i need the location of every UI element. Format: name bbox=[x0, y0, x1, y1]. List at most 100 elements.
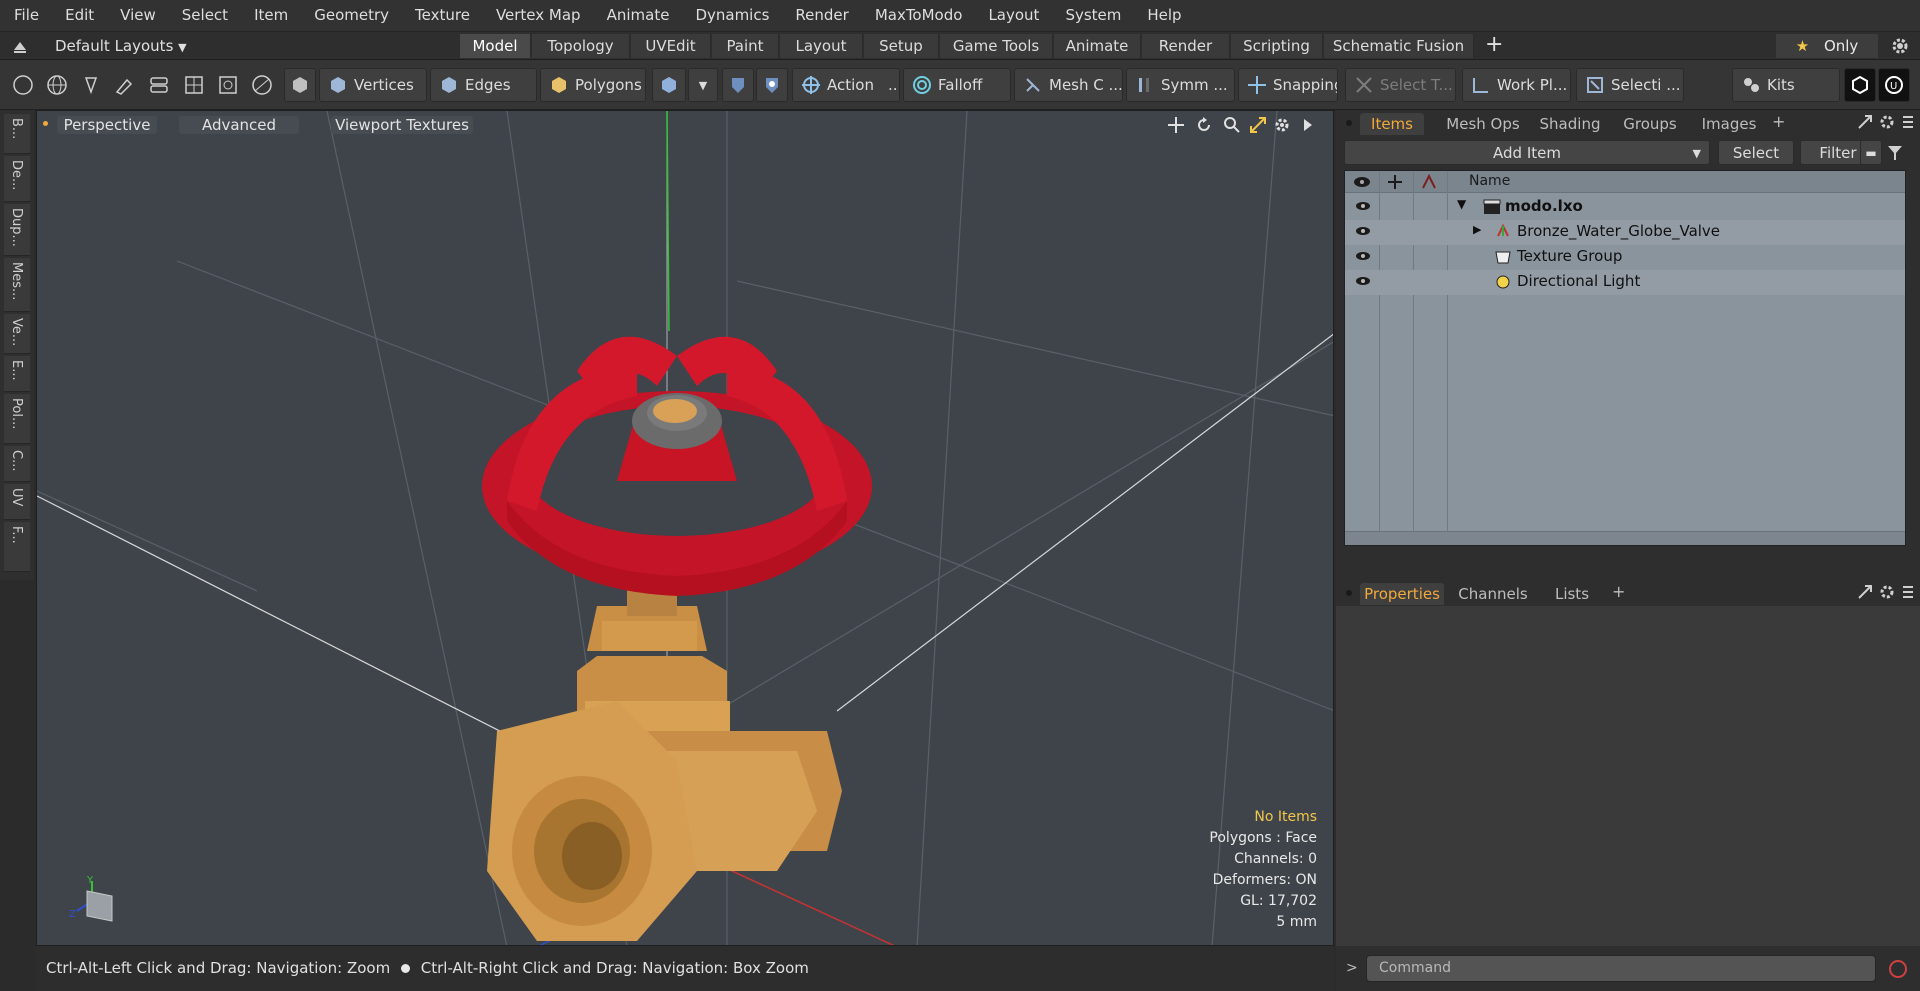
3d-viewport[interactable]: Y Z Perspective Advanced Viewport Textur… bbox=[36, 110, 1334, 946]
edges-button[interactable]: Edges bbox=[430, 68, 537, 102]
grid-select-icon[interactable] bbox=[183, 74, 205, 100]
expand-panel-icon[interactable] bbox=[1857, 584, 1873, 604]
items-mode-button[interactable] bbox=[284, 68, 316, 102]
collapse-up-icon[interactable] bbox=[12, 38, 28, 54]
loop-icon[interactable] bbox=[148, 74, 170, 100]
left-tab-basic[interactable]: B... bbox=[4, 114, 30, 154]
command-input[interactable]: Command bbox=[1366, 955, 1876, 982]
only-toggle[interactable]: ★ Only bbox=[1776, 34, 1878, 58]
transform-tool-button[interactable] bbox=[756, 68, 788, 102]
advanced-button[interactable]: Advanced bbox=[179, 116, 299, 134]
selection-sets-button[interactable]: Selecti ... bbox=[1576, 68, 1684, 102]
unity-button[interactable] bbox=[1844, 68, 1876, 102]
menu-system[interactable]: System bbox=[1051, 0, 1133, 31]
tab-shading[interactable]: Shading bbox=[1534, 113, 1606, 135]
filter-funnel-icon[interactable] bbox=[1886, 144, 1904, 166]
menu-edit[interactable]: Edit bbox=[51, 0, 106, 31]
frame-select-icon[interactable] bbox=[217, 74, 239, 100]
paint-select-icon[interactable] bbox=[113, 74, 135, 100]
add-tab-button[interactable]: + bbox=[1485, 32, 1503, 58]
tab-items[interactable]: Items bbox=[1360, 113, 1424, 135]
menu-item[interactable]: Item bbox=[240, 0, 300, 31]
collapse-all-button[interactable]: ▬ bbox=[1860, 140, 1882, 165]
rotate-view-icon[interactable] bbox=[1195, 116, 1213, 138]
select-through-button[interactable]: Select T... bbox=[1345, 68, 1456, 102]
add-panel-tab-button[interactable]: + bbox=[1612, 582, 1625, 601]
tab-channels[interactable]: Channels bbox=[1454, 583, 1532, 605]
expand-panel-icon[interactable] bbox=[1857, 114, 1873, 134]
default-layouts-dropdown[interactable]: Default Layouts ▼ bbox=[55, 35, 187, 57]
action-center-button[interactable]: Action ... bbox=[792, 68, 900, 102]
menu-help[interactable]: Help bbox=[1133, 0, 1193, 31]
tree-row-scene[interactable]: ▼ modo.lxo bbox=[1345, 195, 1905, 220]
lasso-icon[interactable] bbox=[80, 74, 102, 100]
name-column-header[interactable]: Name bbox=[1469, 173, 1510, 189]
panel-menu-icon[interactable] bbox=[1901, 114, 1915, 134]
tab-mesh-ops[interactable]: Mesh Ops bbox=[1440, 113, 1526, 135]
mesh-constraint-button[interactable]: Mesh C ... bbox=[1014, 68, 1123, 102]
tab-groups[interactable]: Groups bbox=[1616, 113, 1684, 135]
tab-properties[interactable]: Properties bbox=[1360, 583, 1444, 605]
tree-row-light[interactable]: Directional Light bbox=[1345, 270, 1905, 295]
menu-layout[interactable]: Layout bbox=[974, 0, 1051, 31]
tab-uvedit[interactable]: UVEdit bbox=[631, 34, 711, 58]
visibility-eye-icon[interactable] bbox=[1355, 251, 1371, 261]
tab-game-tools[interactable]: Game Tools bbox=[940, 34, 1053, 58]
tree-horizontal-scrollbar[interactable] bbox=[1345, 531, 1905, 545]
tab-images[interactable]: Images bbox=[1694, 113, 1764, 135]
play-arrow-icon[interactable] bbox=[1301, 117, 1315, 137]
tree-row-mesh[interactable]: ▶ Bronze_Water_Globe_Valve bbox=[1345, 220, 1905, 245]
menu-animate[interactable]: Animate bbox=[593, 0, 682, 31]
vertices-button[interactable]: Vertices bbox=[319, 68, 427, 102]
viewport-settings-icon[interactable] bbox=[1273, 116, 1291, 138]
menu-geometry[interactable]: Geometry bbox=[300, 0, 401, 31]
panel-gear-icon[interactable] bbox=[1879, 584, 1895, 604]
left-tab-polygon[interactable]: Pol... bbox=[4, 394, 30, 444]
add-item-button[interactable]: Add Item ▼ bbox=[1344, 140, 1710, 165]
menu-dynamics[interactable]: Dynamics bbox=[681, 0, 781, 31]
kits-button[interactable]: Kits bbox=[1732, 68, 1840, 102]
tab-schematic-fusion[interactable]: Schematic Fusion bbox=[1324, 34, 1474, 58]
tab-topology[interactable]: Topology bbox=[532, 34, 630, 58]
visibility-eye-icon[interactable] bbox=[1355, 226, 1371, 236]
falloff-button[interactable]: Falloff bbox=[903, 68, 1011, 102]
tab-animate[interactable]: Animate bbox=[1054, 34, 1141, 58]
expand-triangle-icon[interactable]: ▶ bbox=[1473, 223, 1481, 236]
perspective-button[interactable]: Perspective bbox=[57, 116, 157, 134]
zoom-view-icon[interactable] bbox=[1223, 116, 1241, 138]
menu-vertex-map[interactable]: Vertex Map bbox=[482, 0, 593, 31]
menu-file[interactable]: File bbox=[0, 0, 51, 31]
tab-lists[interactable]: Lists bbox=[1542, 583, 1602, 605]
mode-dropdown[interactable]: ▼ bbox=[688, 68, 718, 102]
maximize-viewport-icon[interactable] bbox=[1249, 116, 1267, 138]
sphere-select-icon[interactable] bbox=[251, 74, 273, 100]
material-mode-button[interactable] bbox=[652, 68, 686, 102]
snap-tool-button[interactable] bbox=[722, 68, 754, 102]
left-tab-fusion[interactable]: F... bbox=[4, 522, 30, 572]
select-button[interactable]: Select bbox=[1718, 140, 1794, 165]
tab-model[interactable]: Model bbox=[460, 34, 531, 58]
viewport-textures-button[interactable]: Viewport Textures bbox=[331, 116, 473, 134]
left-tab-uv[interactable]: UV bbox=[4, 484, 30, 520]
tab-setup[interactable]: Setup bbox=[864, 34, 939, 58]
left-tab-curve[interactable]: C... bbox=[4, 446, 30, 482]
globe-icon[interactable] bbox=[46, 74, 68, 100]
tab-layout[interactable]: Layout bbox=[780, 34, 863, 58]
menu-render[interactable]: Render bbox=[781, 0, 860, 31]
menu-texture[interactable]: Texture bbox=[401, 0, 482, 31]
left-tab-mesh-edit[interactable]: Mes... bbox=[4, 258, 30, 312]
left-tab-duplicate[interactable]: Dup... bbox=[4, 204, 30, 256]
left-tab-vertex[interactable]: Ve... bbox=[4, 314, 30, 354]
panel-menu-icon[interactable] bbox=[1901, 584, 1915, 604]
record-icon[interactable] bbox=[1887, 958, 1909, 984]
polygons-button[interactable]: Polygons bbox=[540, 68, 646, 102]
left-tab-deform[interactable]: De... bbox=[4, 156, 30, 202]
menu-maxtomodo[interactable]: MaxToModo bbox=[861, 0, 975, 31]
expand-triangle-icon[interactable]: ▼ bbox=[1457, 197, 1466, 211]
move-view-icon[interactable] bbox=[1167, 116, 1185, 138]
visibility-eye-icon[interactable] bbox=[1355, 276, 1371, 286]
panel-gear-icon[interactable] bbox=[1879, 114, 1895, 134]
left-tab-edge[interactable]: E... bbox=[4, 356, 30, 392]
work-plane-button[interactable]: Work Pl... bbox=[1462, 68, 1571, 102]
snapping-button[interactable]: Snapping bbox=[1238, 68, 1338, 102]
